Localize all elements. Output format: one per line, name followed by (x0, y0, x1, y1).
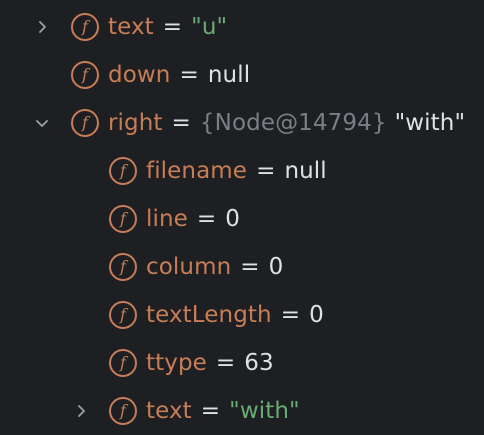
equals-sign: = (240, 254, 260, 280)
equals-sign: = (280, 302, 301, 328)
field-icon: f (109, 349, 137, 377)
field-value: "with" (394, 110, 466, 136)
tree-row-column[interactable]: f column = 0 (0, 243, 484, 291)
tree-row-down[interactable]: f down = null (0, 51, 484, 99)
field-name: line (146, 206, 188, 232)
equals-sign: = (162, 14, 183, 40)
tree-row-ttype[interactable]: f ttype = 63 (0, 339, 484, 387)
field-name: text (108, 14, 154, 40)
equals-sign: = (200, 398, 221, 424)
field-name: text (146, 398, 192, 424)
field-name: column (146, 254, 232, 280)
chevron-down-icon[interactable] (31, 112, 53, 134)
field-value: "u" (191, 14, 228, 40)
tree-row-filename[interactable]: f filename = null (0, 147, 484, 195)
equals-sign: = (196, 206, 217, 232)
field-icon: f (109, 301, 137, 329)
field-value: null (207, 62, 251, 88)
field-icon: f (109, 157, 137, 185)
field-value: "with" (229, 398, 300, 424)
field-icon: f (71, 109, 99, 137)
equals-sign: = (179, 62, 199, 88)
field-icon: f (109, 205, 137, 233)
field-value: 0 (268, 254, 284, 280)
tree-row-line[interactable]: f line = 0 (0, 195, 484, 243)
object-reference: {Node@14794} (199, 110, 387, 136)
field-value: 0 (309, 302, 324, 328)
field-value: 0 (225, 206, 241, 232)
field-value: null (284, 158, 327, 184)
field-name: right (108, 110, 163, 136)
tree-row-text[interactable]: f text = "u" (0, 3, 484, 51)
chevron-right-icon[interactable] (31, 16, 53, 38)
equals-sign: = (215, 350, 236, 376)
field-value: 63 (244, 350, 274, 376)
field-icon: f (71, 13, 99, 41)
equals-sign: = (171, 110, 191, 136)
field-name: down (108, 62, 171, 88)
field-icon: f (109, 253, 137, 281)
field-icon: f (109, 397, 137, 425)
variables-tree: f text = "u" f down = null f right = {No… (0, 3, 484, 435)
field-name: filename (146, 158, 248, 184)
equals-sign: = (256, 158, 276, 184)
field-name: ttype (146, 350, 207, 376)
field-icon: f (71, 61, 99, 89)
chevron-right-icon[interactable] (70, 400, 92, 422)
tree-row-textlength[interactable]: f textLength = 0 (0, 291, 484, 339)
tree-row-right[interactable]: f right = {Node@14794} "with" (0, 99, 484, 147)
tree-row-child-text[interactable]: f text = "with" (0, 387, 484, 435)
field-name: textLength (146, 302, 272, 328)
